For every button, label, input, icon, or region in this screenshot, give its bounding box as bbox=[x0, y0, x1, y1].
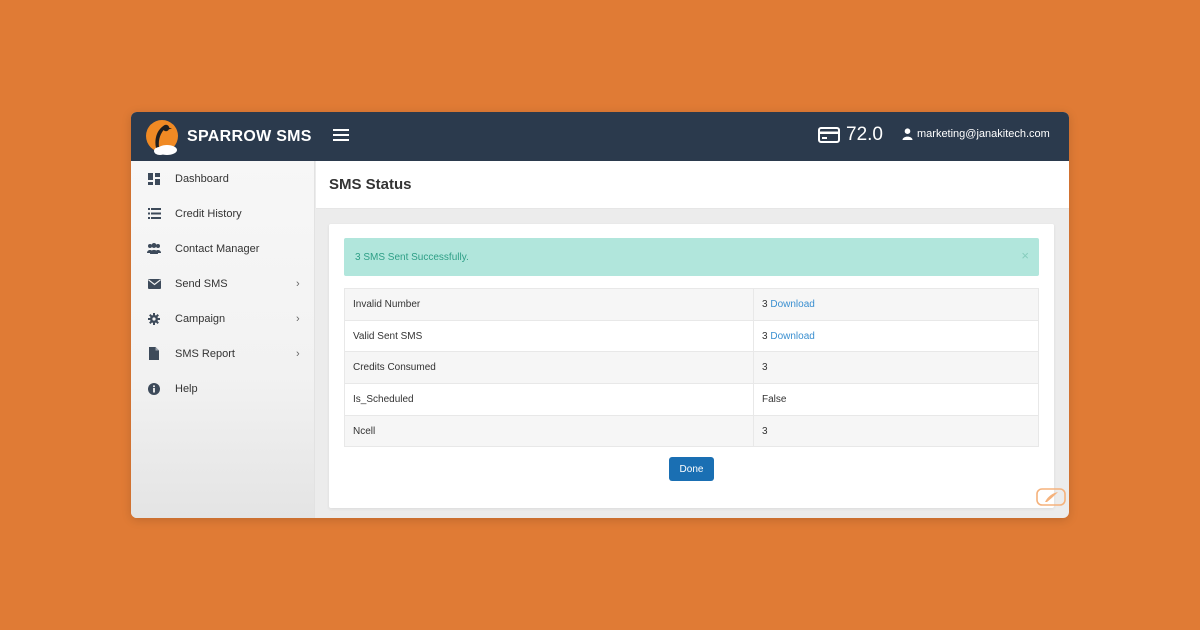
sidebar-item-label: Credit History bbox=[175, 207, 242, 220]
row-value-cell: 3 Download bbox=[753, 319, 1039, 353]
app-window: SPARROW SMS 72.0 marketing@janakitech.co… bbox=[131, 112, 1069, 518]
sidebar-item-label: Help bbox=[175, 382, 198, 395]
download-link[interactable]: Download bbox=[770, 299, 814, 310]
sidebar-item-label: Send SMS bbox=[175, 277, 228, 290]
alert-message: 3 SMS Sent Successfully. bbox=[355, 252, 469, 263]
sparrow-logo bbox=[145, 119, 181, 155]
row-label: Valid Sent SMS bbox=[344, 319, 754, 353]
sidebar-item-label: Contact Manager bbox=[175, 242, 260, 255]
status-table: Invalid Number 3 Download Valid Sent SMS… bbox=[344, 288, 1039, 448]
sidebar-item-sms-report[interactable]: SMS Report › bbox=[131, 336, 315, 371]
row-label: Credits Consumed bbox=[344, 351, 754, 385]
sms-status-panel: 3 SMS Sent Successfully. × Invalid Numbe… bbox=[329, 224, 1054, 508]
file-icon bbox=[147, 347, 161, 361]
hamburger-menu-icon[interactable] bbox=[333, 126, 349, 144]
row-label: Is_Scheduled bbox=[344, 383, 754, 416]
row-value: False bbox=[753, 383, 1039, 416]
user-icon bbox=[902, 128, 913, 140]
sidebar-item-label: Dashboard bbox=[175, 172, 229, 185]
table-row: Is_Scheduled False bbox=[344, 383, 1039, 416]
row-label: Invalid Number bbox=[344, 288, 754, 321]
envelope-icon bbox=[147, 277, 161, 291]
row-value: 3 bbox=[753, 414, 1039, 448]
sidebar-item-credit-history[interactable]: Credit History bbox=[131, 196, 315, 231]
user-account[interactable]: marketing@janakitech.com bbox=[902, 128, 1050, 140]
brand-name: SPARROW SMS bbox=[187, 127, 312, 145]
sidebar: Dashboard Credit History Contact Manager… bbox=[131, 161, 315, 518]
close-icon[interactable]: × bbox=[1021, 248, 1029, 263]
sidebar-item-label: SMS Report bbox=[175, 347, 235, 360]
info-icon bbox=[147, 382, 161, 396]
list-icon bbox=[147, 207, 161, 221]
chevron-right-icon: › bbox=[296, 312, 300, 325]
chevron-right-icon: › bbox=[296, 277, 300, 290]
gear-icon bbox=[147, 312, 161, 326]
row-value: 3 bbox=[762, 298, 768, 310]
credit-balance-value: 72.0 bbox=[846, 124, 883, 145]
content-header: SMS Status bbox=[316, 161, 1069, 209]
credit-balance: 72.0 bbox=[818, 124, 883, 146]
done-button[interactable]: Done bbox=[669, 457, 714, 481]
sidebar-item-label: Campaign bbox=[175, 312, 226, 325]
sparrow-watermark-icon bbox=[1036, 488, 1066, 506]
row-value: 3 bbox=[762, 330, 768, 342]
brand[interactable]: SPARROW SMS bbox=[145, 118, 312, 155]
sidebar-item-send-sms[interactable]: Send SMS › bbox=[131, 266, 315, 301]
sidebar-item-campaign[interactable]: Campaign › bbox=[131, 301, 315, 336]
row-value: 3 bbox=[753, 351, 1039, 385]
download-link[interactable]: Download bbox=[770, 331, 814, 342]
row-value-cell: 3 Download bbox=[753, 288, 1039, 321]
sidebar-item-dashboard[interactable]: Dashboard bbox=[131, 161, 315, 196]
page-title: SMS Status bbox=[329, 176, 412, 193]
sidebar-item-contact-manager[interactable]: Contact Manager bbox=[131, 231, 315, 266]
row-label: Ncell bbox=[344, 414, 754, 448]
table-row: Invalid Number 3 Download bbox=[344, 288, 1039, 321]
table-row: Credits Consumed 3 bbox=[344, 351, 1039, 385]
users-icon bbox=[147, 242, 161, 256]
sidebar-item-help[interactable]: Help bbox=[131, 371, 315, 406]
chevron-right-icon: › bbox=[296, 347, 300, 360]
table-row: Valid Sent SMS 3 Download bbox=[344, 319, 1039, 353]
success-alert: 3 SMS Sent Successfully. × bbox=[344, 238, 1039, 276]
user-email: marketing@janakitech.com bbox=[917, 128, 1050, 140]
dashboard-icon bbox=[147, 172, 161, 186]
credit-card-icon bbox=[818, 127, 840, 143]
top-navbar: SPARROW SMS 72.0 marketing@janakitech.co… bbox=[131, 112, 1069, 161]
table-row: Ncell 3 bbox=[344, 414, 1039, 448]
